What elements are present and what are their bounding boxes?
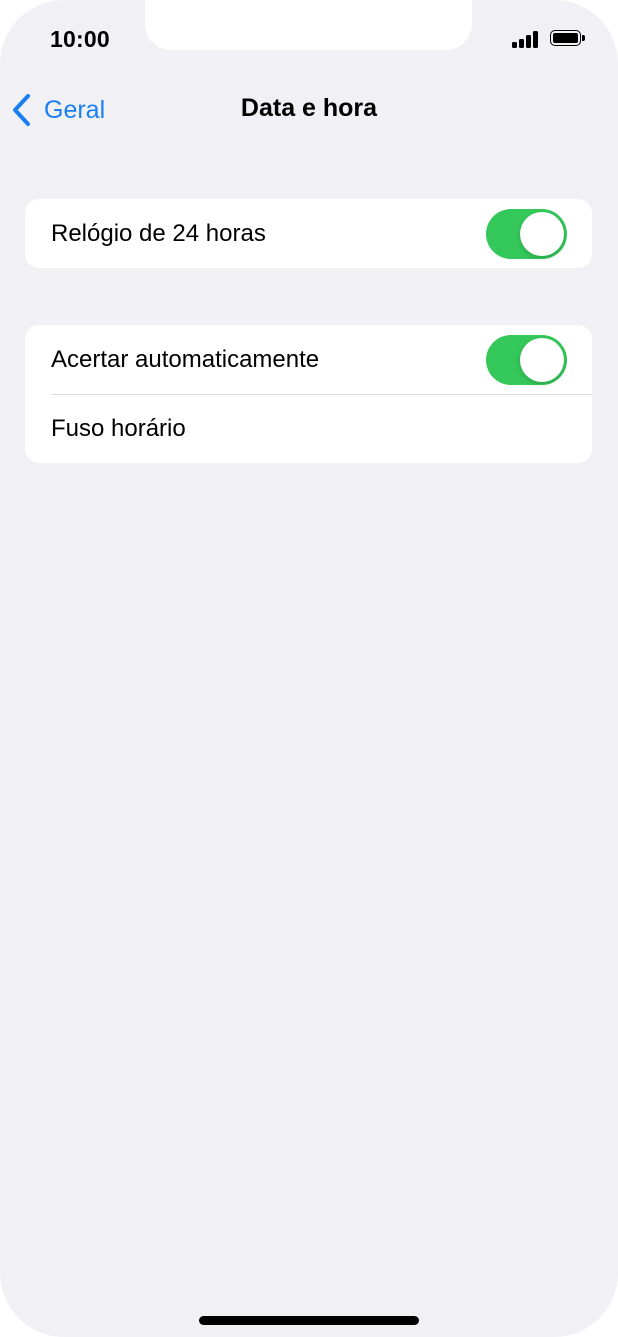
row-set-automatically: Acertar automaticamente: [25, 325, 592, 394]
toggle-knob: [520, 212, 564, 256]
status-time: 10:00: [50, 26, 110, 52]
row-time-zone[interactable]: Fuso horário: [25, 394, 592, 463]
toggle-24-hour-clock[interactable]: [486, 209, 567, 259]
battery-icon: [550, 30, 586, 48]
page-title: Data e hora: [240, 94, 378, 122]
toggle-knob: [520, 338, 564, 382]
device-notch: [145, 0, 472, 50]
row-label: Relógio de 24 horas: [51, 219, 266, 247]
settings-group-clock: Relógio de 24 horas: [25, 199, 592, 268]
row-label: Acertar automaticamente: [51, 345, 320, 373]
home-indicator[interactable]: [199, 1316, 419, 1325]
cellular-signal-icon: [512, 30, 542, 48]
row-24-hour-clock: Relógio de 24 horas: [25, 199, 592, 268]
phone-screen: 10:00 Geral Data e hora Relógio de 24 ho…: [0, 0, 618, 1337]
toggle-set-automatically[interactable]: [486, 335, 567, 385]
settings-group-auto: Acertar automaticamente Fuso horário: [25, 325, 592, 463]
row-label: Fuso horário: [51, 414, 186, 442]
